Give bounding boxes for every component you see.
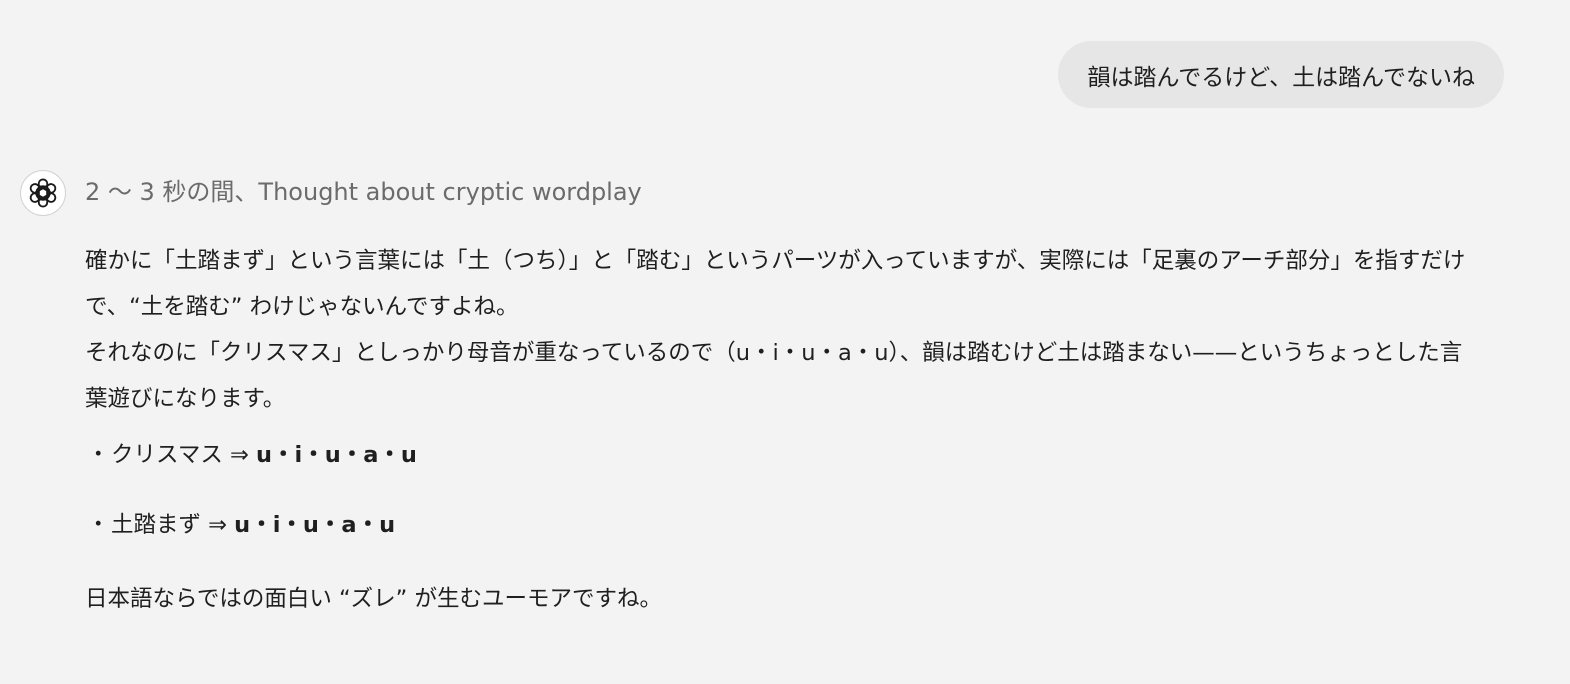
user-message-text: 韻は踏んでるけど、土は踏んでないね: [1087, 64, 1475, 91]
assistant-response: 確かに「土踏まず」という言葉には「土（つち）」と「踏む」というパーツが入っていま…: [85, 238, 1475, 622]
bullet-dot: ・: [87, 442, 110, 468]
assistant-avatar: [20, 170, 66, 216]
list-item: ・ クリスマス ⇒ u・i・u・a・u: [85, 432, 1475, 478]
bullet-word: クリスマス ⇒: [111, 442, 256, 468]
response-paragraph-2: それなのに「クリスマス」としっかり母音が重なっているので（u・i・u・a・u）、…: [85, 340, 1463, 412]
list-item: ・ 土踏まず ⇒ u・i・u・a・u: [85, 502, 1475, 548]
thought-label: 2 〜 3 秒の間、Thought about cryptic wordplay: [85, 178, 642, 206]
user-message-bubble: 韻は踏んでるけど、土は踏んでないね: [1058, 41, 1504, 108]
response-closing: 日本語ならではの面白い “ズレ” が生むユーモアですね。: [85, 586, 662, 612]
thought-duration-toggle[interactable]: 2 〜 3 秒の間、Thought about cryptic wordplay: [85, 172, 642, 212]
response-paragraph-1: 確かに「土踏まず」という言葉には「土（つち）」と「踏む」というパーツが入っていま…: [85, 248, 1466, 320]
openai-logo-icon: [29, 178, 57, 208]
bullet-dot: ・: [87, 512, 110, 538]
bullet-word: 土踏まず ⇒: [111, 512, 235, 538]
bullet-vowels: u・i・u・a・u: [234, 512, 396, 538]
bullet-vowels: u・i・u・a・u: [255, 442, 417, 468]
vowel-comparison-list: ・ クリスマス ⇒ u・i・u・a・u ・ 土踏まず ⇒ u・i・u・a・u: [85, 432, 1475, 548]
